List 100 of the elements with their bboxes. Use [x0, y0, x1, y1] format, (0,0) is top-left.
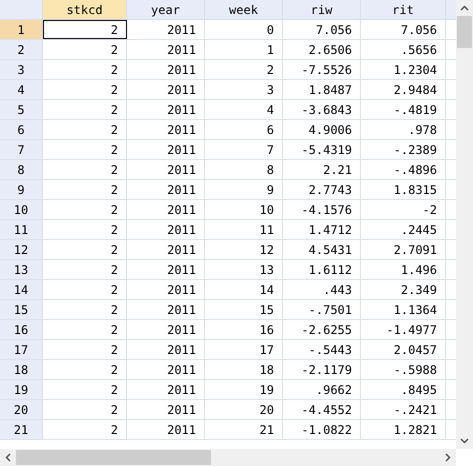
- table-cell: .978: [361, 120, 446, 139]
- row-number[interactable]: 18: [0, 360, 43, 379]
- table-cell: 2011: [127, 140, 205, 159]
- table-cell: 2: [43, 280, 127, 299]
- row-number[interactable]: 4: [0, 80, 43, 99]
- vertical-scrollbar[interactable]: [456, 0, 473, 449]
- table-cell: -4.4552: [283, 400, 361, 419]
- row-number[interactable]: 11: [0, 220, 43, 239]
- row-number[interactable]: 1: [0, 20, 43, 39]
- table-cell: 13: [205, 260, 283, 279]
- table-cell: 4: [205, 100, 283, 119]
- row-number[interactable]: 16: [0, 320, 43, 339]
- table-cell: 2: [43, 180, 127, 199]
- table-cell: 10: [205, 200, 283, 219]
- table-cell: 1.2821: [361, 420, 446, 439]
- row-number[interactable]: 3: [0, 60, 43, 79]
- table-cell: .443: [283, 280, 361, 299]
- table-cell: 2: [43, 200, 127, 219]
- table-cell: 2011: [127, 260, 205, 279]
- table-cell: -.4896: [361, 160, 446, 179]
- table-cell: 1.1364: [361, 300, 446, 319]
- row-number[interactable]: 14: [0, 280, 43, 299]
- table-cell: .8495: [361, 380, 446, 399]
- row-number[interactable]: 21: [0, 420, 43, 439]
- table-cell: 19: [205, 380, 283, 399]
- table-cell: 21: [205, 420, 283, 439]
- table-cell: 2: [43, 340, 127, 359]
- row-number[interactable]: 10: [0, 200, 43, 219]
- row-number[interactable]: 9: [0, 180, 43, 199]
- table-cell: 2.7091: [361, 240, 446, 259]
- table-cell: .5656: [361, 40, 446, 59]
- row-number[interactable]: 6: [0, 120, 43, 139]
- table-cell: 9: [205, 180, 283, 199]
- table-cell: 2011: [127, 320, 205, 339]
- table-cell: 2011: [127, 180, 205, 199]
- horizontal-scrollbar[interactable]: [0, 449, 456, 466]
- table-cell: -4.1576: [283, 200, 361, 219]
- table-cell: 2011: [127, 420, 205, 439]
- table-cell: 2: [43, 380, 127, 399]
- table-cell: 12: [205, 240, 283, 259]
- table-cell: 1.6112: [283, 260, 361, 279]
- row-number[interactable]: 17: [0, 340, 43, 359]
- table-cell: 2: [43, 160, 127, 179]
- table-cell: 2011: [127, 20, 205, 39]
- row-number[interactable]: 15: [0, 300, 43, 319]
- table-cell: -5.4319: [283, 140, 361, 159]
- table-cell: -.7501: [283, 300, 361, 319]
- table-cell: 2: [43, 60, 127, 79]
- row-number[interactable]: 2: [0, 40, 43, 59]
- table-cell: 4.5431: [283, 240, 361, 259]
- row-number[interactable]: 5: [0, 100, 43, 119]
- table-cell: 18: [205, 360, 283, 379]
- table-cell: 15: [205, 300, 283, 319]
- table-cell: 2: [43, 20, 127, 39]
- table-cell: 2: [43, 420, 127, 439]
- row-number[interactable]: 7: [0, 140, 43, 159]
- table-cell: 2.21: [283, 160, 361, 179]
- table-cell: 2011: [127, 280, 205, 299]
- row-number[interactable]: 19: [0, 380, 43, 399]
- table-cell: 14: [205, 280, 283, 299]
- table-cell: -.2389: [361, 140, 446, 159]
- row-number[interactable]: 12: [0, 240, 43, 259]
- table-cell: 2011: [127, 100, 205, 119]
- table-cell: -2: [361, 200, 446, 219]
- table-cell: 2011: [127, 360, 205, 379]
- column-header[interactable]: stkcd: [43, 0, 127, 19]
- table-cell: 2011: [127, 60, 205, 79]
- table-cell: 2011: [127, 40, 205, 59]
- table-cell: 2011: [127, 340, 205, 359]
- table-cell: .9662: [283, 380, 361, 399]
- table-cell: 2011: [127, 80, 205, 99]
- scrollbar-thumb[interactable]: [457, 16, 472, 48]
- scrollbar-thumb[interactable]: [16, 450, 211, 465]
- row-number[interactable]: 13: [0, 260, 43, 279]
- table-cell: 2: [43, 140, 127, 159]
- table-cell: -.4819: [361, 100, 446, 119]
- table-cell: 2: [43, 80, 127, 99]
- table-cell: 1.8315: [361, 180, 446, 199]
- row-number[interactable]: 20: [0, 400, 43, 419]
- table-cell: 2: [205, 60, 283, 79]
- table-cell: 2.7743: [283, 180, 361, 199]
- table-cell: 1.4712: [283, 220, 361, 239]
- table-cell: -.2421: [361, 400, 446, 419]
- table-cell: 1.2304: [361, 60, 446, 79]
- table-cell: 2011: [127, 220, 205, 239]
- table-cell: 2011: [127, 300, 205, 319]
- table-cell: 8: [205, 160, 283, 179]
- table-cell: 1.8487: [283, 80, 361, 99]
- table-cell: 2.349: [361, 280, 446, 299]
- table-cell: 2: [43, 120, 127, 139]
- table-cell: 2: [43, 320, 127, 339]
- table-cell: 4.9006: [283, 120, 361, 139]
- table-cell: -2.1179: [283, 360, 361, 379]
- table-cell: 7.056: [361, 20, 446, 39]
- row-number[interactable]: 8: [0, 160, 43, 179]
- table-cell: 2: [43, 220, 127, 239]
- table-cell: -.5988: [361, 360, 446, 379]
- table-cell: 7.056: [283, 20, 361, 39]
- table-cell: 1.496: [361, 260, 446, 279]
- table-cell: 0: [205, 20, 283, 39]
